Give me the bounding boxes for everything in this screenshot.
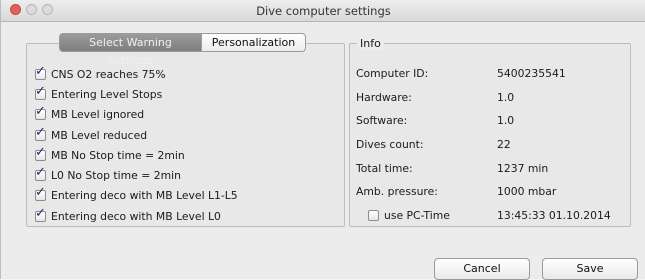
info-row-pc-time: use PC-Time 13:45:33 01.10.2014 xyxy=(356,204,624,228)
warning-checkbox[interactable]: ✓ xyxy=(35,207,46,222)
warning-label: MB Level reduced xyxy=(51,128,148,142)
warning-label: Entering deco with MB Level L0 xyxy=(51,209,221,223)
warning-label: L0 No Stop time = 2min xyxy=(51,169,181,183)
cancel-button[interactable]: Cancel xyxy=(434,258,530,280)
title-bar: Dive computer settings xyxy=(1,0,645,22)
warning-checkbox-list: ✓ CNS O2 reaches 75% ✓ Entering Level St… xyxy=(35,64,238,226)
info-row-total-time: Total time: 1237 min xyxy=(356,156,624,180)
window-title: Dive computer settings xyxy=(256,4,391,18)
checkmark-icon: ✓ xyxy=(35,83,46,99)
tab-select-warning-settings[interactable]: Select Warning settings xyxy=(59,33,202,67)
info-value: 1237 min xyxy=(497,161,549,175)
tab-personalization[interactable]: Personalization xyxy=(202,33,306,52)
warning-checkbox[interactable]: ✓ xyxy=(35,65,46,80)
warning-checkbox[interactable]: ✓ xyxy=(35,126,46,141)
info-panel: Computer ID: 5400235541 Hardware: 1.0 So… xyxy=(349,43,631,227)
checkmark-icon: ✓ xyxy=(35,144,46,160)
info-label: Software: xyxy=(356,114,408,128)
save-button[interactable]: Save xyxy=(542,258,638,280)
info-value: 1.0 xyxy=(497,90,515,104)
warning-checkbox[interactable]: ✓ xyxy=(35,146,46,161)
warning-item-mb-ignored[interactable]: ✓ MB Level ignored xyxy=(35,105,238,125)
info-label: Amb. pressure: xyxy=(356,185,438,199)
info-label: Total time: xyxy=(356,161,413,175)
settings-tabs: Select Warning settings Personalization xyxy=(59,33,306,67)
info-value: 1000 mbar xyxy=(497,185,557,199)
warning-settings-panel: ✓ CNS O2 reaches 75% ✓ Entering Level St… xyxy=(26,43,345,227)
warning-item-deco-l1-l5[interactable]: ✓ Entering deco with MB Level L1-L5 xyxy=(35,186,238,206)
info-row-computer-id: Computer ID: 5400235541 xyxy=(356,62,624,86)
warning-label: MB Level ignored xyxy=(51,108,145,122)
use-pc-time-checkbox[interactable] xyxy=(368,209,379,221)
info-label: Dives count: xyxy=(356,138,424,152)
info-row-hardware: Hardware: 1.0 xyxy=(356,86,624,110)
warning-item-mb-reduced[interactable]: ✓ MB Level reduced xyxy=(35,125,238,145)
info-row-software: Software: 1.0 xyxy=(356,109,624,133)
warning-label: Entering Level Stops xyxy=(51,87,163,101)
dive-computer-settings-window: Dive computer settings ✓ CNS O2 reaches … xyxy=(0,0,645,280)
checkmark-icon: ✓ xyxy=(35,63,46,79)
info-group-title: Info xyxy=(357,37,384,50)
info-label: Computer ID: xyxy=(356,67,429,81)
info-label: Hardware: xyxy=(356,90,412,104)
warning-item-mb-no-stop[interactable]: ✓ MB No Stop time = 2min xyxy=(35,145,238,165)
warning-item-l0-no-stop[interactable]: ✓ L0 No Stop time = 2min xyxy=(35,165,238,185)
use-pc-time-label: use PC-Time xyxy=(384,208,450,222)
info-value: 5400235541 xyxy=(497,67,566,81)
warning-item-deco-l0[interactable]: ✓ Entering deco with MB Level L0 xyxy=(35,206,238,226)
checkmark-icon: ✓ xyxy=(35,185,46,201)
checkmark-icon: ✓ xyxy=(35,165,46,181)
info-value: 1.0 xyxy=(497,114,515,128)
info-value: 22 xyxy=(497,138,511,152)
info-row-dives-count: Dives count: 22 xyxy=(356,133,624,157)
warning-checkbox[interactable]: ✓ xyxy=(35,105,46,121)
checkmark-icon: ✓ xyxy=(35,205,46,221)
warning-checkbox[interactable]: ✓ xyxy=(35,85,46,100)
warning-item-level-stops[interactable]: ✓ Entering Level Stops xyxy=(35,84,238,104)
warning-label: Entering deco with MB Level L1-L5 xyxy=(51,189,238,203)
warning-label: MB No Stop time = 2min xyxy=(51,148,185,162)
checkmark-icon: ✓ xyxy=(35,124,46,140)
date-time-value: 13:45:33 01.10.2014 xyxy=(497,208,611,222)
warning-checkbox[interactable]: ✓ xyxy=(35,186,46,202)
info-row-amb-pressure: Amb. pressure: 1000 mbar xyxy=(356,180,624,204)
checkmark-icon: ✓ xyxy=(35,104,46,120)
info-rows: Computer ID: 5400235541 Hardware: 1.0 So… xyxy=(356,62,624,227)
warning-checkbox[interactable]: ✓ xyxy=(35,166,46,182)
